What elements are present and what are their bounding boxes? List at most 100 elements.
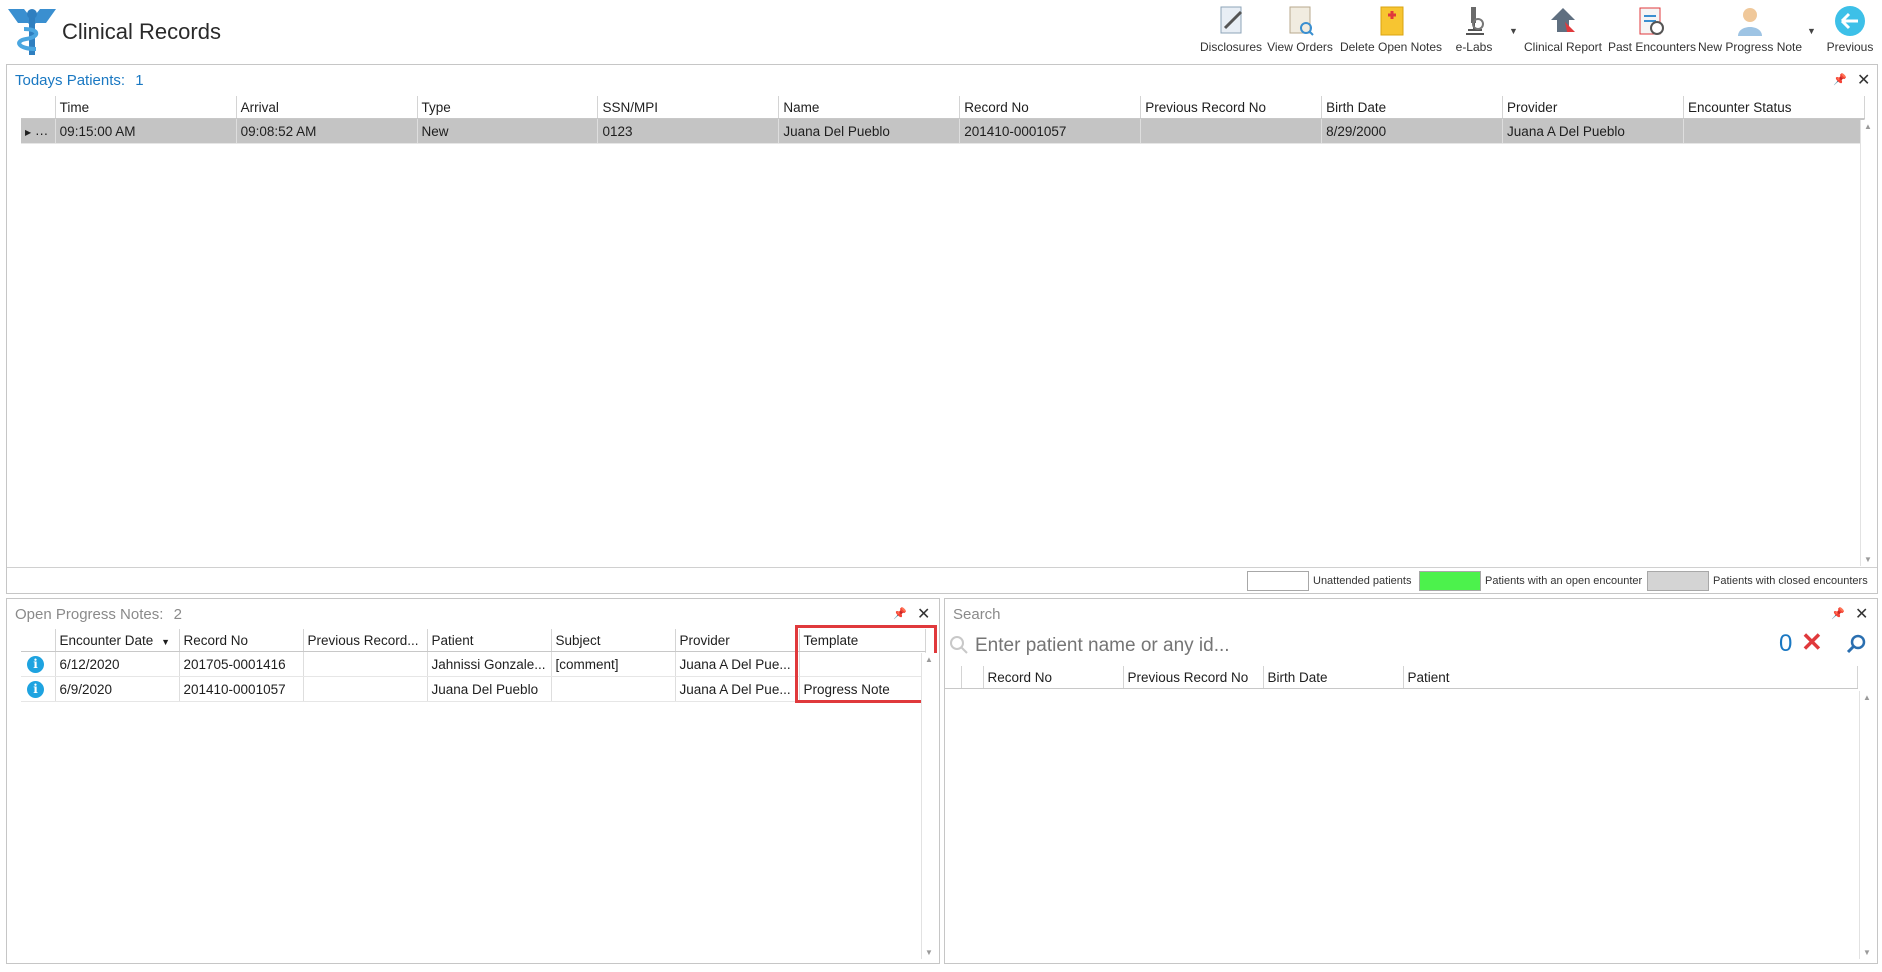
col-header-time[interactable]: Time [55,96,237,119]
pin-icon[interactable]: 📌 [1833,73,1847,86]
elabs-dropdown-icon[interactable]: ▼ [1509,26,1518,36]
patient-search-input[interactable] [973,633,1797,659]
legend-unattended-label: Unattended patients [1313,575,1412,587]
search-results-table: Record No Previous Record No Birth Date … [945,666,1858,689]
table-row[interactable]: i 6/12/2020 201705-0001416 Jahnissi Gonz… [21,651,926,677]
cell-ssn: 0123 [597,118,780,144]
cell-type: New [417,118,599,144]
info-icon[interactable]: i [27,655,44,673]
caduceus-logo-icon [8,9,56,55]
cell-arrival: 09:08:52 AM [236,118,418,144]
doctor-icon [1738,8,1762,36]
col-header-ssn[interactable]: SSN/MPI [597,96,780,119]
sort-desc-icon: ▼ [161,636,170,647]
scroll-up-icon[interactable]: ▲ [925,655,933,664]
new-progress-note-dropdown-icon[interactable]: ▼ [1807,26,1816,36]
header-indicator [21,629,56,652]
scroll-up-icon[interactable]: ▲ [1864,122,1872,131]
cell-prev-record [303,676,428,702]
legend-closed-label: Patients with closed encounters [1713,575,1868,587]
close-icon[interactable]: ✕ [917,604,930,624]
table-row[interactable]: i 6/9/2020 201410-0001057 Juana Del Pueb… [21,676,926,702]
cell-name: Juana Del Pueblo [778,118,961,144]
scroll-down-icon[interactable]: ▼ [925,948,933,957]
clear-search-icon[interactable]: ✕ [1801,627,1823,658]
scroll-up-icon[interactable]: ▲ [1863,693,1871,702]
col-header-encounter-status[interactable]: Encounter Status [1683,96,1866,119]
report-upload-icon [1551,8,1575,32]
close-icon[interactable]: ✕ [1857,70,1870,90]
cell-prev-record [1140,118,1323,144]
legend-open-swatch [1419,571,1481,591]
col-header-birth-date[interactable]: Birth Date [1321,96,1504,119]
cell-record-no: 201410-0001057 [959,118,1142,144]
row-indicator: i [21,651,56,677]
pin-icon[interactable]: 📌 [893,607,907,620]
todays-patients-title: Todays Patients: 1 [15,72,144,89]
table-header-row: Encounter Date ▼ Record No Previous Reco… [21,629,926,652]
col-header-birth-date[interactable]: Birth Date [1263,666,1404,689]
legend-closed-swatch [1647,571,1709,591]
col-header-provider[interactable]: Provider [675,629,800,652]
col-header-type[interactable]: Type [417,96,599,119]
disclosures-button[interactable]: Disclosures [1200,4,1262,60]
cell-provider: Juana A Del Pueblo [1502,118,1684,144]
magnifier-icon[interactable] [1845,633,1867,655]
clinical-report-button[interactable]: Clinical Report [1522,4,1604,60]
header-indicator [21,96,56,119]
search-icon [950,636,968,654]
info-icon[interactable]: i [27,680,44,698]
view-orders-button[interactable]: View Orders [1266,4,1334,60]
vertical-scrollbar[interactable]: ▲ ▼ [1860,120,1877,566]
col-header-patient[interactable]: Patient [1403,666,1858,689]
open-notes-count: 2 [173,606,182,623]
search-title: Search [953,606,1001,623]
col-header-record-no[interactable]: Record No [179,629,304,652]
past-encounters-button[interactable]: Past Encounters [1608,4,1696,60]
col-header-prev-record[interactable]: Previous Record No [1140,96,1323,119]
cell-record-no: 201705-0001416 [179,651,304,677]
document-search-icon [1289,6,1314,36]
close-icon[interactable]: ✕ [1855,604,1868,624]
info-icon[interactable]: i [34,122,52,140]
row-indicator: ▶ i [21,118,56,144]
table-header-row: Record No Previous Record No Birth Date … [945,666,1858,689]
elabs-button[interactable]: e-Labs [1452,4,1496,60]
table-header-row: Time Arrival Type SSN/MPI Name Record No… [21,96,1866,119]
row-indicator: i [21,676,56,702]
col-header-subject[interactable]: Subject [551,629,676,652]
open-notes-table: Encounter Date ▼ Record No Previous Reco… [21,629,926,702]
delete-open-notes-button[interactable]: Delete Open Notes [1338,4,1444,60]
scroll-down-icon[interactable]: ▼ [1864,555,1872,564]
scroll-down-icon[interactable]: ▼ [1863,948,1871,957]
open-progress-notes-panel: Open Progress Notes: 2 📌 ✕ Encounter Dat… [6,598,940,964]
cell-subject [551,676,676,702]
microscope-icon [1466,7,1484,35]
col-header-name[interactable]: Name [778,96,961,119]
cell-date: 6/9/2020 [55,676,180,702]
pin-icon[interactable]: 📌 [1831,607,1845,620]
col-header-record-no[interactable]: Record No [983,666,1124,689]
col-header-record-no[interactable]: Record No [959,96,1142,119]
col-header-arrival[interactable]: Arrival [236,96,418,119]
table-row[interactable]: ▶ i 09:15:00 AM 09:08:52 AM New 0123 Jua… [21,118,1866,144]
cell-birth-date: 8/29/2000 [1321,118,1504,144]
col-header-patient[interactable]: Patient [427,629,552,652]
document-edit-icon [1220,6,1243,34]
vertical-scrollbar[interactable]: ▲ ▼ [1859,691,1876,959]
cell-provider: Juana A Del Pue... [675,676,800,702]
previous-button[interactable]: Previous [1822,4,1878,60]
app-header: Clinical Records Disclosures View Orders… [0,0,1882,62]
col-header-prev-record[interactable]: Previous Record... [303,629,428,652]
search-panel: Search 📌 ✕ 0 ✕ Record No Previous Record… [944,598,1878,964]
col-header-provider[interactable]: Provider [1502,96,1684,119]
cell-patient: Jahnissi Gonzale... [427,651,552,677]
col-header-encounter-date[interactable]: Encounter Date ▼ [55,629,180,652]
new-progress-note-button[interactable]: New Progress Note [1698,4,1802,60]
todays-patients-count: 1 [135,72,144,89]
open-notes-title: Open Progress Notes: 2 [15,606,182,623]
col-header-prev-record[interactable]: Previous Record No [1123,666,1264,689]
cell-provider: Juana A Del Pue... [675,651,800,677]
vertical-scrollbar[interactable]: ▲ ▼ [921,653,938,959]
cell-date: 6/12/2020 [55,651,180,677]
